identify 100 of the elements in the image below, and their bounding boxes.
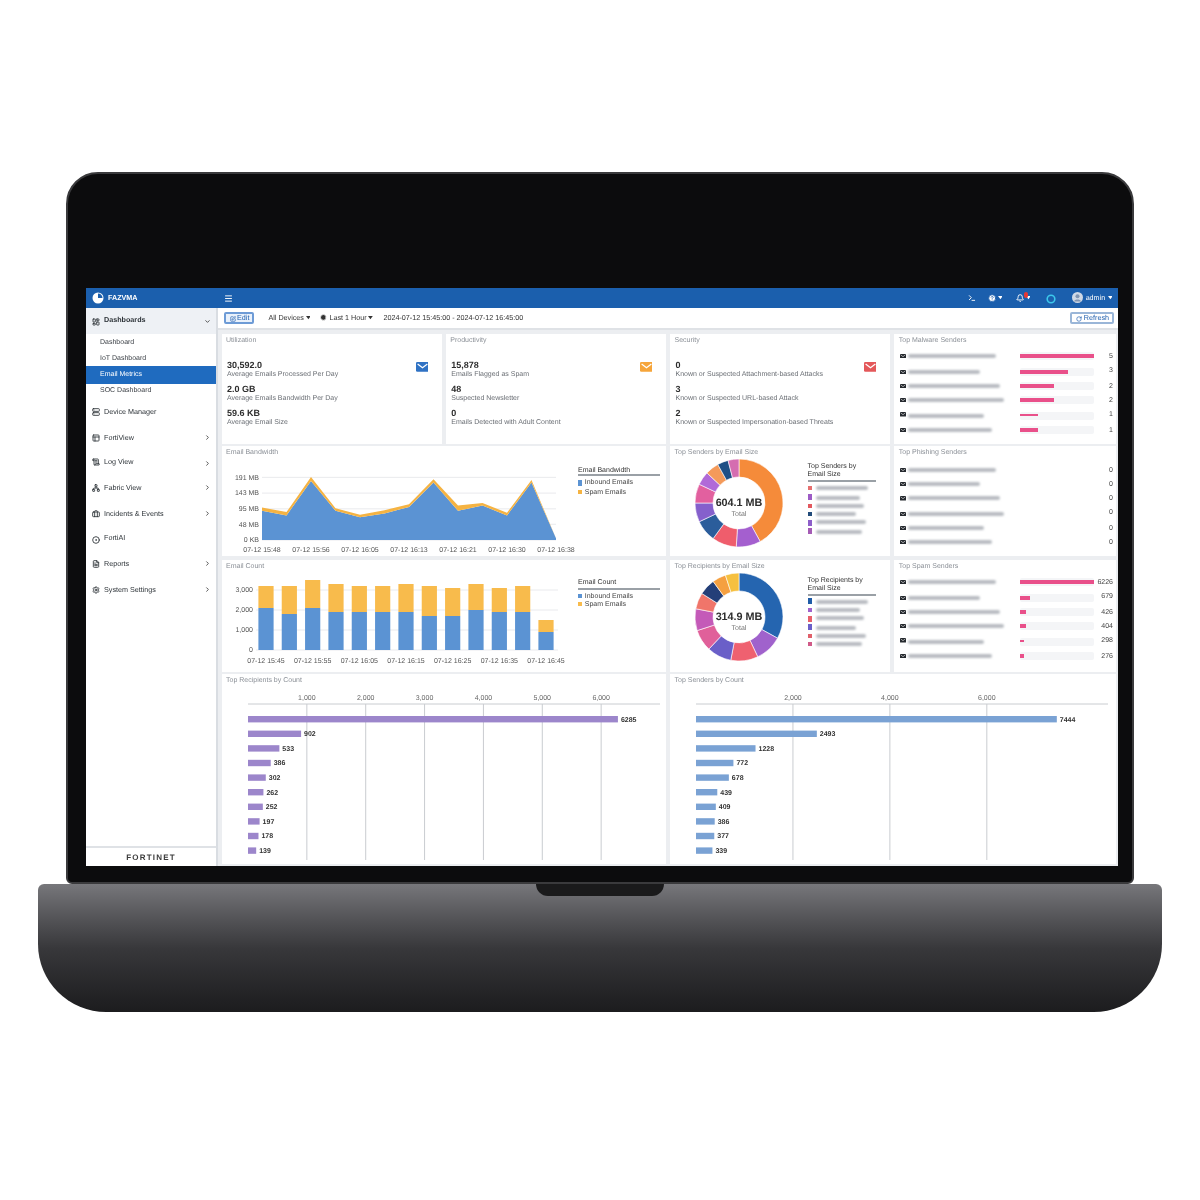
chevron-right-icon[interactable] bbox=[203, 484, 210, 492]
blurred-text bbox=[908, 639, 985, 644]
blurred-text bbox=[815, 486, 868, 491]
ring-icon[interactable] bbox=[1046, 293, 1057, 303]
laptop-notch bbox=[536, 884, 664, 896]
donut-slice bbox=[708, 635, 734, 660]
bar bbox=[696, 745, 756, 752]
caret-icon[interactable] bbox=[1025, 296, 1031, 300]
blurred-text bbox=[908, 653, 993, 658]
envelope-icon bbox=[899, 580, 906, 585]
caret-icon bbox=[368, 316, 374, 320]
badge-icon bbox=[1023, 292, 1029, 298]
blurred-text bbox=[815, 633, 866, 638]
blurred-text bbox=[908, 526, 985, 531]
blurred-text bbox=[815, 625, 856, 630]
envelope-icon bbox=[899, 595, 906, 600]
bar bbox=[696, 774, 730, 782]
blurred-text bbox=[815, 616, 864, 621]
network-icon bbox=[92, 484, 100, 493]
envelope-icon bbox=[899, 369, 906, 374]
blurred-text bbox=[815, 608, 860, 613]
donut-slice bbox=[694, 503, 716, 523]
refresh-icon bbox=[1075, 315, 1082, 321]
blurred-text bbox=[908, 398, 1005, 403]
envelope-icon bbox=[899, 540, 906, 545]
envelope-icon bbox=[899, 482, 906, 487]
document-icon bbox=[92, 560, 100, 569]
blurred-text bbox=[815, 512, 856, 517]
bar bbox=[248, 760, 271, 767]
blurred-text bbox=[908, 482, 981, 487]
bar bbox=[696, 818, 716, 825]
window-icon bbox=[92, 433, 100, 442]
bell-icon[interactable] bbox=[1015, 293, 1025, 303]
bar bbox=[248, 847, 257, 855]
bar bbox=[696, 847, 713, 855]
terminal-icon[interactable] bbox=[967, 294, 976, 302]
blurred-text bbox=[908, 580, 997, 585]
bar bbox=[248, 833, 259, 840]
envelope-icon bbox=[899, 467, 906, 472]
envelope-icon bbox=[899, 496, 906, 502]
donut-slice bbox=[698, 514, 724, 540]
edit-icon bbox=[229, 315, 235, 321]
donut-slice bbox=[698, 472, 720, 493]
blurred-text bbox=[908, 496, 1001, 501]
server-icon bbox=[92, 408, 100, 417]
donut-slice bbox=[694, 484, 716, 504]
briefcase-icon bbox=[92, 509, 100, 518]
caret-icon[interactable] bbox=[1107, 296, 1112, 300]
caret-icon bbox=[305, 316, 311, 320]
blurred-text bbox=[815, 495, 860, 500]
menu-icon[interactable] bbox=[224, 293, 233, 303]
blurred-text bbox=[908, 624, 1005, 629]
blurred-text bbox=[815, 503, 864, 508]
envelope-icon bbox=[899, 609, 906, 615]
blurred-text bbox=[908, 467, 997, 472]
chevron-right-icon[interactable] bbox=[203, 560, 210, 568]
blurred-text bbox=[908, 595, 981, 600]
ring-icon bbox=[92, 535, 100, 544]
bar bbox=[696, 804, 717, 811]
bar bbox=[696, 833, 715, 840]
bar bbox=[248, 804, 263, 811]
caret-icon[interactable] bbox=[997, 296, 1002, 300]
bar bbox=[696, 789, 718, 796]
blurred-text bbox=[908, 427, 993, 432]
chevron-right-icon[interactable] bbox=[203, 586, 210, 594]
envelope-icon bbox=[899, 624, 906, 629]
envelope-icon bbox=[899, 638, 906, 644]
help-icon[interactable] bbox=[987, 293, 996, 303]
bar bbox=[248, 774, 266, 782]
envelope-icon bbox=[899, 398, 906, 403]
blurred-text bbox=[908, 609, 1001, 614]
blurred-text bbox=[908, 369, 981, 374]
chevron-right-icon[interactable] bbox=[203, 459, 210, 467]
donut-slice bbox=[696, 624, 721, 649]
envelope-icon bbox=[899, 511, 906, 516]
blurred-text bbox=[908, 540, 993, 545]
avatar-icon[interactable] bbox=[1072, 292, 1084, 304]
donut-slice bbox=[695, 592, 717, 612]
chevron-right-icon[interactable] bbox=[203, 510, 210, 518]
envelope-icon bbox=[899, 412, 906, 418]
bar bbox=[248, 818, 260, 825]
bar bbox=[248, 789, 264, 796]
bar bbox=[248, 745, 280, 752]
donut-slice bbox=[694, 607, 715, 631]
bar bbox=[248, 731, 302, 738]
blurred-text bbox=[815, 599, 868, 604]
envelope-icon bbox=[899, 525, 906, 531]
blurred-text bbox=[908, 354, 997, 359]
list-icon bbox=[92, 458, 100, 467]
bar bbox=[696, 731, 818, 738]
chevron-right-icon[interactable] bbox=[203, 434, 210, 442]
bar bbox=[696, 760, 734, 767]
donut-slice bbox=[712, 574, 731, 596]
blurred-text bbox=[908, 413, 985, 418]
dashboard-icon bbox=[92, 317, 100, 325]
blurred-text bbox=[815, 529, 862, 534]
clock-icon bbox=[320, 314, 328, 322]
envelope-icon bbox=[899, 427, 906, 432]
settings-icon bbox=[92, 585, 100, 594]
envelope-icon bbox=[899, 354, 906, 359]
